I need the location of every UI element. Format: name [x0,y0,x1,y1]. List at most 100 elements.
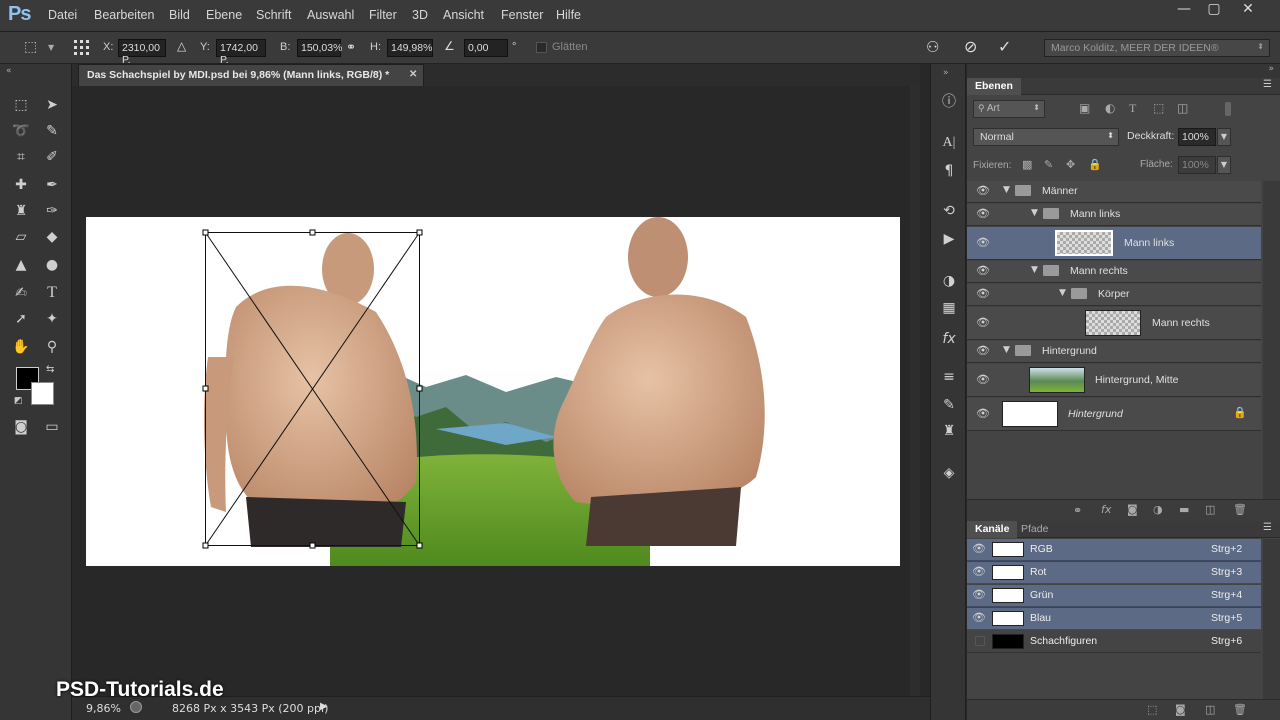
channel-row[interactable]: 👁 RGB Strg+2 [967,539,1261,561]
tab-channels[interactable]: Kanäle [967,521,1018,538]
crop-tool-icon[interactable]: ⌗ [9,146,33,168]
info-icon[interactable]: ⓘ [937,91,961,113]
styles-icon[interactable]: fx [937,328,961,350]
link-icon[interactable]: ⚭ [346,40,356,54]
background-color-swatch[interactable] [31,382,54,405]
layer-row[interactable]: 👁 Hintergrund, Mitte [967,364,1261,397]
layer-row-selected[interactable]: 👁 Mann links [967,227,1261,260]
channels-scrollbar[interactable] [1263,539,1280,699]
adjustment-layer-icon[interactable]: ◑ [1153,503,1163,516]
close-window-button[interactable]: ✕ [1232,0,1264,18]
save-selection-icon[interactable]: ◙ [1175,703,1186,716]
link-layers-icon[interactable]: ⚭ [1073,504,1082,517]
eye-icon[interactable]: 👁 [975,344,991,358]
filter-pixel-icon[interactable]: ▣ [1079,101,1090,115]
lock-pixels-icon[interactable]: ✎ [1044,158,1053,171]
zoom-level[interactable]: 9,86% [86,702,121,715]
filter-toggle-switch[interactable] [1225,102,1231,116]
shape-tool-icon[interactable]: ✦ [40,308,64,330]
load-selection-icon[interactable]: ⬚ [1147,703,1157,716]
opacity-field[interactable]: 100% [1178,128,1216,146]
layer-row[interactable]: 👁 ▼ Mann links [967,204,1261,226]
blend-mode-dropdown[interactable]: Normal ⬍ [973,128,1119,146]
swap-colors-icon[interactable]: ⇆ [46,364,54,375]
disclosure-triangle-icon[interactable]: ▼ [1059,288,1066,298]
trash-icon[interactable]: 🗑 [1233,503,1247,516]
tab-layers[interactable]: Ebenen [967,78,1021,95]
collapse-icon[interactable]: « [6,66,12,76]
eye-icon[interactable]: 👁 [971,542,987,556]
lock-all-icon[interactable]: 🔒 [1088,158,1102,171]
quick-selection-tool-icon[interactable]: ✎ [40,120,64,142]
new-channel-icon[interactable]: ◫ [1205,703,1215,716]
layers-scrollbar[interactable] [1263,181,1280,499]
trash-icon[interactable]: 🗑 [1233,703,1247,716]
color-icon[interactable]: ◑ [937,270,961,292]
warp-mode-icon[interactable]: ⚇ [926,38,939,56]
path-selection-tool-icon[interactable]: ➚ [9,308,33,330]
disclosure-triangle-icon[interactable]: ▼ [1003,185,1010,195]
eye-icon[interactable]: 👁 [971,565,987,579]
eye-icon[interactable]: 👁 [971,611,987,625]
collapse-panels-icon[interactable]: » [1268,64,1274,74]
eye-icon[interactable]: 👁 [975,207,991,221]
fx-icon[interactable]: fx [1101,503,1111,516]
add-mask-icon[interactable]: ◙ [1127,503,1138,516]
menu-ansicht[interactable]: Ansicht [443,8,484,22]
3d-icon[interactable]: ◈ [937,462,961,484]
lock-position-icon[interactable]: ✥ [1066,158,1075,171]
expand-icon[interactable]: » [943,68,949,78]
pen-tool-icon[interactable]: ✍ [9,282,33,304]
paragraph-icon[interactable]: ¶ [937,160,961,182]
clone-stamp-tool-icon[interactable]: ♜ [9,200,33,222]
width-field[interactable]: 150,03% [297,39,342,57]
character-icon[interactable]: A| [937,132,961,154]
filter-shape-icon[interactable]: ⬚ [1153,101,1164,115]
smooth-checkbox[interactable] [536,42,547,53]
move-tool-icon[interactable]: ➤ [40,94,64,116]
channel-row[interactable]: 👁 Rot Strg+3 [967,562,1261,584]
brush-tool-icon[interactable]: ✒ [40,174,64,196]
eye-icon[interactable]: 👁 [975,316,991,330]
layer-row[interactable]: 👁 ▼ Mann rechts [967,261,1261,283]
default-colors-icon[interactable]: ◩ [14,396,23,406]
eye-icon[interactable]: 👁 [975,236,991,250]
hand-tool-icon[interactable]: ✋ [9,336,33,358]
tab-paths[interactable]: Pfade [1013,521,1056,538]
menu-hilfe[interactable]: Hilfe [556,8,581,22]
filter-adjustment-icon[interactable]: ◐ [1105,101,1115,115]
disclosure-triangle-icon[interactable]: ▼ [1031,208,1038,218]
adjustments-icon[interactable]: ≡ [937,366,961,388]
menu-ebene[interactable]: Ebene [206,8,242,22]
height-field[interactable]: 149,98% [387,39,433,57]
workspace-dropdown[interactable]: Marco Kolditz, MEER DER IDEEN® ⬍ [1044,39,1270,57]
layer-row[interactable]: 👁 Mann rechts [967,307,1261,340]
screen-mode-icon[interactable]: ▭ [40,416,64,438]
menu-bearbeiten[interactable]: Bearbeiten [94,8,154,22]
channel-row[interactable]: Schachfiguren Strg+6 [967,631,1261,653]
opacity-dropdown-icon[interactable]: ▼ [1217,128,1231,146]
angle-field[interactable]: 0,00 [464,39,508,57]
marquee-tool-icon[interactable]: ⬚ [9,94,33,116]
channel-row[interactable]: 👁 Blau Strg+5 [967,608,1261,630]
document-tab[interactable]: Das Schachspiel by MDI.psd bei 9,86% (Ma… [78,64,424,86]
fill-field[interactable]: 100% [1178,156,1216,174]
paint-bucket-tool-icon[interactable]: ◆ [40,226,64,248]
history-brush-tool-icon[interactable]: ✑ [40,200,64,222]
fill-dropdown-icon[interactable]: ▼ [1217,156,1231,174]
share-icon[interactable] [130,701,142,713]
clone-source-icon[interactable]: ♜ [937,420,961,442]
minimize-button[interactable]: — [1168,0,1200,18]
eye-icon[interactable]: 👁 [975,373,991,387]
eye-icon[interactable]: 👁 [975,264,991,278]
quick-mask-icon[interactable]: ◙ [9,416,33,438]
menu-datei[interactable]: Datei [48,8,77,22]
move-tool-preset-icon[interactable]: ⬚ [24,39,37,55]
history-icon[interactable]: ⟲ [937,200,961,222]
menu-schrift[interactable]: Schrift [256,8,291,22]
healing-brush-tool-icon[interactable]: ✚ [9,174,33,196]
new-group-icon[interactable]: ▬ [1179,503,1189,516]
layer-row[interactable]: 👁 ▼ Männer [967,181,1261,203]
layer-row[interactable]: 👁 Hintergrund 🔒 [967,398,1261,431]
vertical-scrollbar[interactable] [910,86,920,696]
